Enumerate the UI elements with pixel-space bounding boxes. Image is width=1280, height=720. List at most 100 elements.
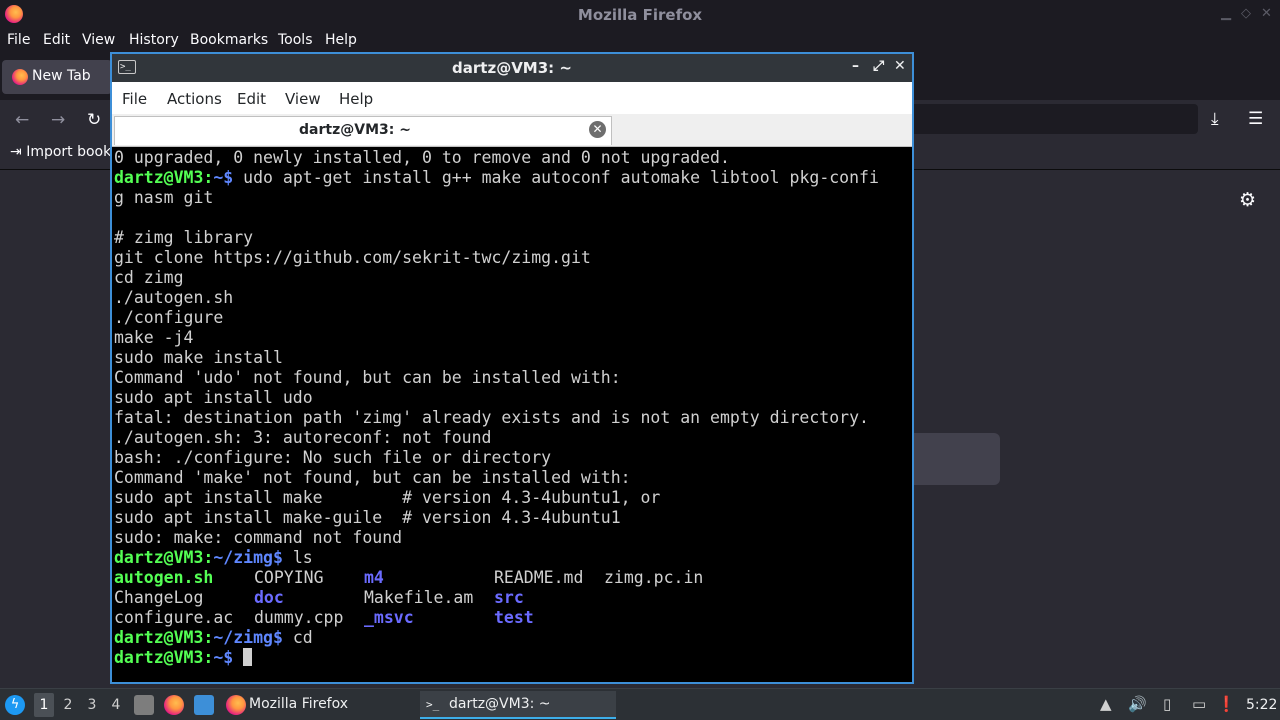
- hamburger-menu-icon[interactable]: ☰: [1248, 109, 1263, 129]
- ls-file: ChangeLog: [114, 588, 204, 607]
- newtab-search-box[interactable]: [900, 433, 1000, 485]
- prompt-user: dartz@VM3: [114, 168, 204, 187]
- import-bookmarks-button[interactable]: ⇥ Import book: [10, 144, 111, 160]
- ls-directory: src: [494, 588, 524, 607]
- terminal-prompt-line: dartz@VM3:~/zimg$ cd: [114, 628, 910, 648]
- prompt-command: udo apt-get install g++ make autoconf au…: [243, 168, 879, 187]
- terminal-output[interactable]: 0 upgraded, 0 newly installed, 0 to remo…: [114, 148, 910, 678]
- ls-executable: autogen.sh: [114, 568, 214, 587]
- prompt-user: dartz@VM3: [114, 628, 204, 647]
- firefox-tab-favicon-icon: [12, 69, 28, 85]
- taskbar-terminal-label: dartz@VM3: ~: [449, 696, 551, 712]
- terminal-line: make -j4: [114, 328, 194, 347]
- clipboard-icon[interactable]: ▯: [1163, 695, 1171, 713]
- file-manager-icon[interactable]: [134, 695, 154, 715]
- ls-file: configure.ac: [114, 608, 234, 627]
- firefox-menu-tools[interactable]: Tools: [278, 32, 313, 48]
- tab-close-icon[interactable]: ✕: [589, 121, 606, 138]
- terminal-menu-view[interactable]: View: [285, 90, 321, 108]
- terminal-line: git clone https://github.com/sekrit-twc/…: [114, 248, 591, 267]
- terminal-line: Command 'udo' not found, but can be inst…: [114, 368, 621, 387]
- prompt-command: ls: [292, 548, 313, 567]
- workspace-1[interactable]: 1: [34, 693, 54, 717]
- prompt-separator: :: [203, 168, 214, 187]
- prompt-symbol: $: [223, 648, 244, 667]
- display-icon[interactable]: ▭: [1192, 695, 1206, 713]
- prompt-separator: :: [203, 548, 214, 567]
- firefox-tab-label: New Tab: [32, 68, 91, 84]
- terminal-icon: >_: [426, 698, 440, 711]
- reload-icon[interactable]: ↻: [87, 110, 101, 130]
- terminal-line: fatal: destination path 'zimg' already e…: [114, 408, 869, 427]
- maximize-icon[interactable]: ◇: [1241, 6, 1251, 21]
- prompt-path: ~: [213, 168, 224, 187]
- terminal-line: sudo apt install make # version 4.3-4ubu…: [114, 488, 661, 507]
- minimize-icon[interactable]: –: [852, 58, 859, 74]
- prompt-symbol: $: [272, 628, 293, 647]
- minimize-icon[interactable]: ▁: [1221, 6, 1231, 21]
- firefox-menu-file[interactable]: File: [7, 32, 30, 48]
- terminal-tab[interactable]: dartz@VM3: ~ ✕: [114, 116, 612, 145]
- import-icon: ⇥: [10, 144, 22, 160]
- ls-file: dummy.cpp: [254, 608, 344, 627]
- downloads-icon[interactable]: ⤓: [1211, 109, 1219, 129]
- url-bar[interactable]: [880, 104, 1198, 134]
- prompt-path: ~/zimg: [213, 628, 273, 647]
- terminal-line: sudo apt install make-guile # version 4.…: [114, 508, 621, 527]
- terminal-tab-label: dartz@VM3: ~: [299, 122, 411, 138]
- terminal-line: Command 'make' not found, but can be ins…: [114, 468, 631, 487]
- terminal-tabbar: dartz@VM3: ~ ✕: [112, 114, 912, 147]
- close-icon[interactable]: ✕: [1261, 6, 1272, 21]
- terminal-line: g nasm git: [114, 188, 214, 207]
- volume-icon[interactable]: 🔊: [1128, 695, 1147, 713]
- start-menu-icon[interactable]: ϟ: [5, 695, 25, 715]
- firefox-tab-new-tab[interactable]: New Tab: [2, 60, 112, 94]
- notification-icon[interactable]: ❗: [1217, 695, 1236, 713]
- taskbar-firefox-label: Mozilla Firefox: [249, 696, 349, 712]
- terminal-line: sudo: make: command not found: [114, 528, 403, 547]
- firefox-menu-edit[interactable]: Edit: [43, 32, 70, 48]
- ls-directory: doc: [254, 588, 284, 607]
- terminal-titlebar[interactable]: >_ dartz@VM3: ~ – ⤢ ✕: [112, 54, 912, 82]
- ls-directory: _msvc: [364, 608, 414, 627]
- ls-directory: m4: [364, 568, 384, 587]
- firefox-menu-history[interactable]: History: [129, 32, 179, 48]
- terminal-prompt-line: dartz@VM3:~$: [114, 648, 910, 668]
- show-desktop-icon[interactable]: [194, 695, 214, 715]
- updates-icon[interactable]: ▲: [1100, 695, 1112, 713]
- terminal-menu-actions[interactable]: Actions: [167, 90, 222, 108]
- prompt-path: ~: [213, 648, 224, 667]
- ls-file: README.md: [494, 568, 584, 587]
- terminal-menu-file[interactable]: File: [122, 90, 147, 108]
- terminal-menu-help[interactable]: Help: [339, 90, 373, 108]
- terminal-prompt-line: dartz@VM3:~$ udo apt-get install g++ mak…: [114, 168, 910, 188]
- taskbar-terminal[interactable]: >_ dartz@VM3: ~: [420, 691, 616, 719]
- terminal-line: 0 upgraded, 0 newly installed, 0 to remo…: [114, 148, 730, 167]
- clock: 5:22: [1246, 697, 1278, 713]
- workspace-4[interactable]: 4: [106, 697, 126, 713]
- firefox-menu-bookmarks[interactable]: Bookmarks: [190, 32, 268, 48]
- prompt-user: dartz@VM3: [114, 648, 204, 667]
- terminal-line: ./configure: [114, 308, 224, 327]
- prompt-command: cd: [292, 628, 313, 647]
- prompt-path: ~/zimg: [213, 548, 273, 567]
- workspace-2[interactable]: 2: [58, 697, 78, 713]
- firefox-menu-help[interactable]: Help: [325, 32, 357, 48]
- firefox-window-title: Mozilla Firefox: [577, 6, 703, 24]
- gear-icon[interactable]: ⚙: [1239, 189, 1256, 211]
- forward-icon[interactable]: →: [51, 110, 65, 130]
- back-icon[interactable]: ←: [15, 110, 29, 130]
- ls-output-row: configure.ac dummy.cpp _msvc test: [114, 608, 910, 628]
- workspace-3[interactable]: 3: [82, 697, 102, 713]
- ls-output-row: autogen.sh COPYING m4 README.md zimg.pc.in: [114, 568, 910, 588]
- close-icon[interactable]: ✕: [894, 58, 906, 74]
- terminal-menubar: File Actions Edit View Help: [112, 82, 912, 114]
- ls-file: zimg.pc.in: [604, 568, 704, 587]
- terminal-line: sudo apt install udo: [114, 388, 313, 407]
- taskbar-firefox[interactable]: Mozilla Firefox: [222, 691, 418, 719]
- firefox-menu-view[interactable]: View: [82, 32, 115, 48]
- maximize-icon[interactable]: ⤢: [873, 58, 884, 74]
- terminal-menu-edit[interactable]: Edit: [237, 90, 266, 108]
- firefox-launcher-icon[interactable]: [164, 695, 184, 715]
